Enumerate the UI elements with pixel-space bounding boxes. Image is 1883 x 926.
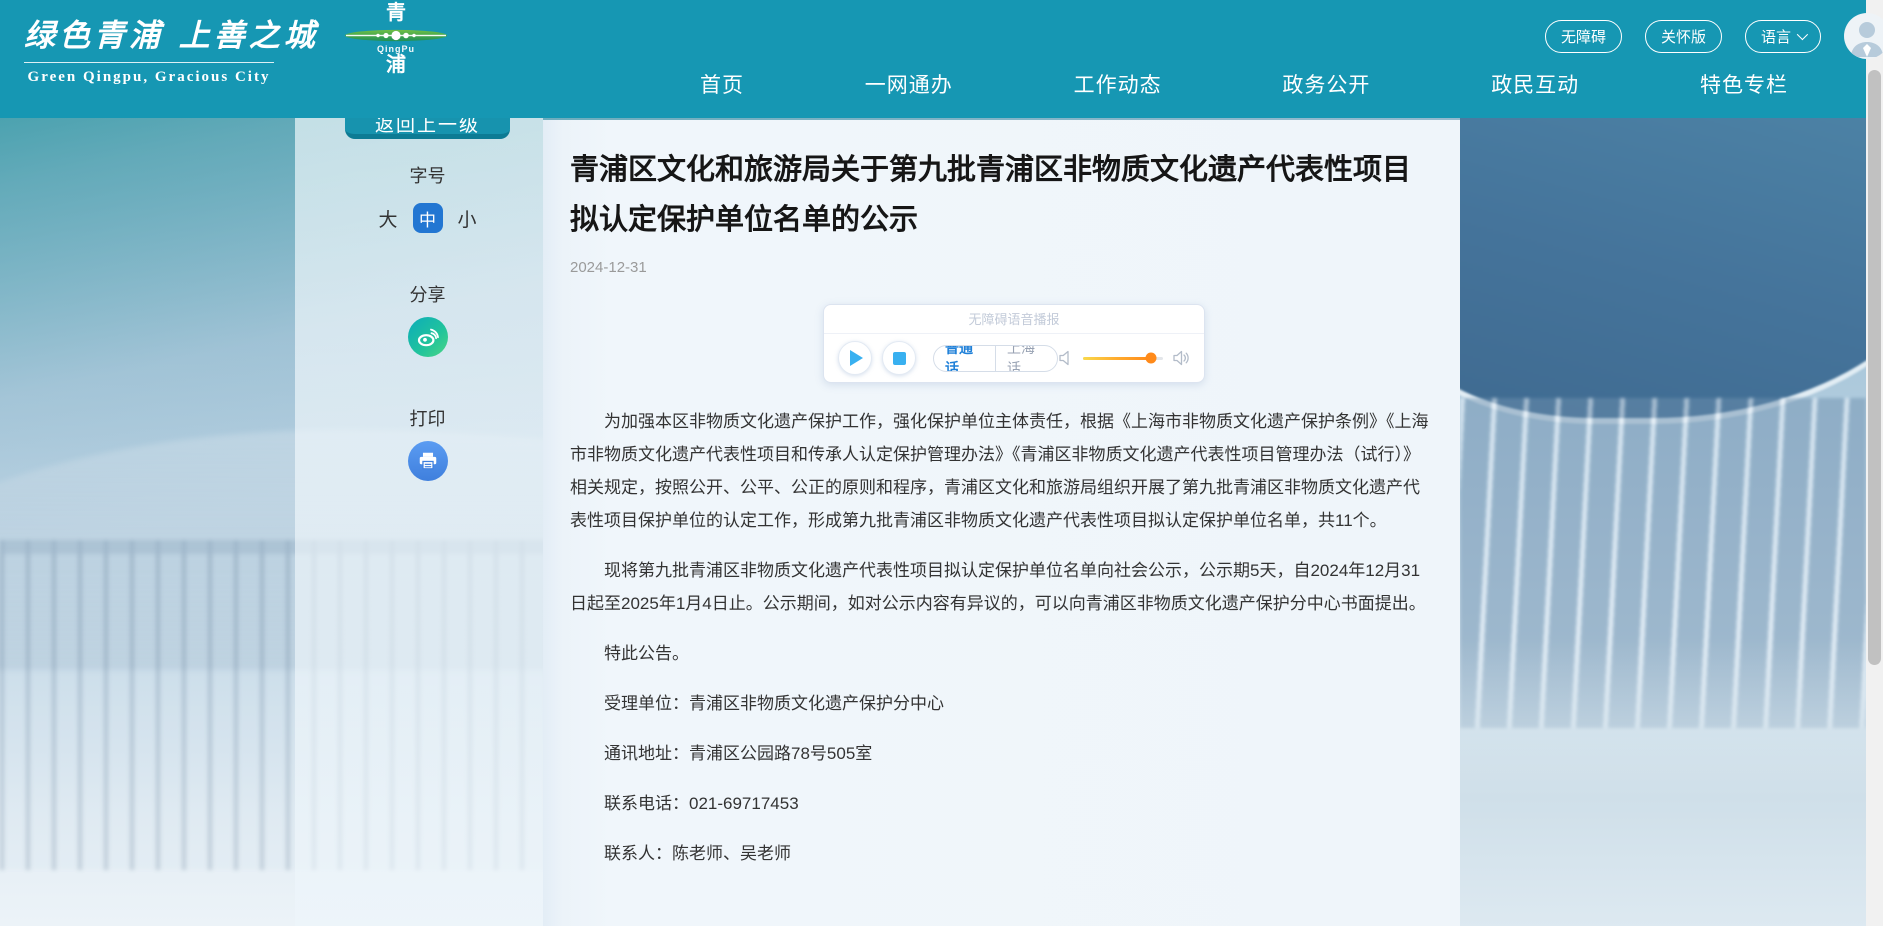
nav-item-work-news[interactable]: 工作动态: [1074, 69, 1162, 99]
article-paragraph-2: 现将第九批青浦区非物质文化遗产代表性项目拟认定保护单位名单向社会公示，公示期5天…: [570, 554, 1435, 620]
article-paragraph-1: 为加强本区非物质文化遗产保护工作，强化保护单位主体责任，根据《上海市非物质文化遗…: [570, 405, 1435, 537]
article-paragraph-5: 通讯地址：青浦区公园路78号505室: [570, 737, 1435, 770]
font-size-options: 大 中 小: [345, 203, 510, 233]
slogan-english: Green Qingpu, Gracious City: [24, 62, 274, 86]
page: 返回上一级 绿色青浦 上善之城 Green Qingpu, Gracious C…: [0, 0, 1883, 926]
font-size-label: 字号: [345, 162, 510, 188]
voice-mandarin-option[interactable]: 普通话: [934, 346, 995, 371]
volume-knob[interactable]: [1146, 353, 1157, 364]
article-paragraph-7: 联系人：陈老师、吴老师: [570, 837, 1435, 870]
site-logo[interactable]: 绿色青浦 上善之城 Green Qingpu, Gracious City: [24, 10, 274, 86]
volume-control: [1058, 350, 1190, 366]
scrollbar-thumb[interactable]: [1868, 70, 1881, 665]
audio-player-title: 无障碍语音播报: [824, 305, 1204, 334]
emblem-top-character: 青: [338, 2, 454, 25]
article-paragraph-3: 特此公告。: [570, 637, 1435, 670]
stop-icon: [893, 352, 906, 365]
nav-item-gov-disclosure[interactable]: 政务公开: [1282, 69, 1370, 99]
share-weibo-button[interactable]: [408, 317, 448, 357]
care-version-label: 关怀版: [1661, 26, 1706, 47]
background-fade: [1460, 638, 1866, 926]
language-label: 语言: [1761, 26, 1791, 47]
audio-controls: 普通话 上海话: [824, 334, 1204, 382]
vertical-scrollbar[interactable]: [1866, 0, 1883, 926]
article-body: 为加强本区非物质文化遗产保护工作，强化保护单位主体责任，根据《上海市非物质文化遗…: [570, 405, 1435, 870]
header-utility-buttons: 无障碍 关怀版 语言: [1545, 6, 1883, 66]
audio-player: 无障碍语音播报 普通话 上海话: [823, 304, 1205, 383]
accessibility-label: 无障碍: [1561, 26, 1606, 47]
play-icon: [850, 350, 863, 366]
language-dropdown-button[interactable]: 语言: [1745, 20, 1821, 53]
slogan-chinese: 绿色青浦 上善之城: [24, 10, 274, 55]
user-avatar[interactable]: [1844, 13, 1883, 59]
weibo-icon: [416, 325, 440, 349]
play-button[interactable]: [838, 341, 872, 375]
accessibility-button[interactable]: 无障碍: [1545, 20, 1622, 53]
volume-low-icon: [1058, 350, 1074, 366]
share-label: 分享: [345, 281, 510, 307]
article-panel: 青浦区文化和旅游局关于第九批青浦区非物质文化遗产代表性项目拟认定保护单位名单的公…: [543, 120, 1460, 926]
nav-item-interaction[interactable]: 政民互动: [1491, 69, 1579, 99]
stop-button[interactable]: [882, 341, 916, 375]
qingpu-emblem: 青 QingPu 浦: [338, 2, 454, 77]
emblem-bottom-character: 浦: [338, 54, 454, 77]
font-size-large-button[interactable]: 大: [378, 205, 397, 232]
care-version-button[interactable]: 关怀版: [1645, 20, 1722, 53]
article-toolbar: 字号 大 中 小 分享 打印: [345, 118, 510, 481]
article-date: 2024-12-31: [570, 259, 1435, 276]
emblem-english: QingPu: [338, 44, 454, 54]
article-paragraph-6: 联系电话：021-69717453: [570, 787, 1435, 820]
background-building-right: [1460, 118, 1866, 926]
person-icon: [1844, 13, 1883, 59]
volume-slider[interactable]: [1083, 357, 1163, 360]
font-size-medium-button[interactable]: 中: [413, 203, 443, 233]
site-header: 绿色青浦 上善之城 Green Qingpu, Gracious City 青 …: [0, 0, 1866, 118]
nav-item-one-stop-services[interactable]: 一网通办: [865, 69, 953, 99]
voice-language-toggle: 普通话 上海话: [933, 345, 1058, 372]
article-title: 青浦区文化和旅游局关于第九批青浦区非物质文化遗产代表性项目拟认定保护单位名单的公…: [570, 145, 1435, 245]
nav-item-home[interactable]: 首页: [700, 69, 744, 99]
print-button[interactable]: [408, 441, 448, 481]
island-icon: [344, 27, 448, 44]
volume-high-icon: [1172, 350, 1190, 366]
volume-fill: [1083, 357, 1151, 360]
font-size-small-button[interactable]: 小: [458, 205, 477, 232]
voice-shanghainese-option[interactable]: 上海话: [995, 346, 1057, 371]
chevron-down-icon: [1797, 29, 1808, 40]
article-paragraph-4: 受理单位：青浦区非物质文化遗产保护分中心: [570, 687, 1435, 720]
print-label: 打印: [345, 405, 510, 431]
nav-item-special-columns[interactable]: 特色专栏: [1700, 69, 1788, 99]
printer-icon: [417, 450, 439, 472]
background-roof-right: [1460, 118, 1866, 418]
